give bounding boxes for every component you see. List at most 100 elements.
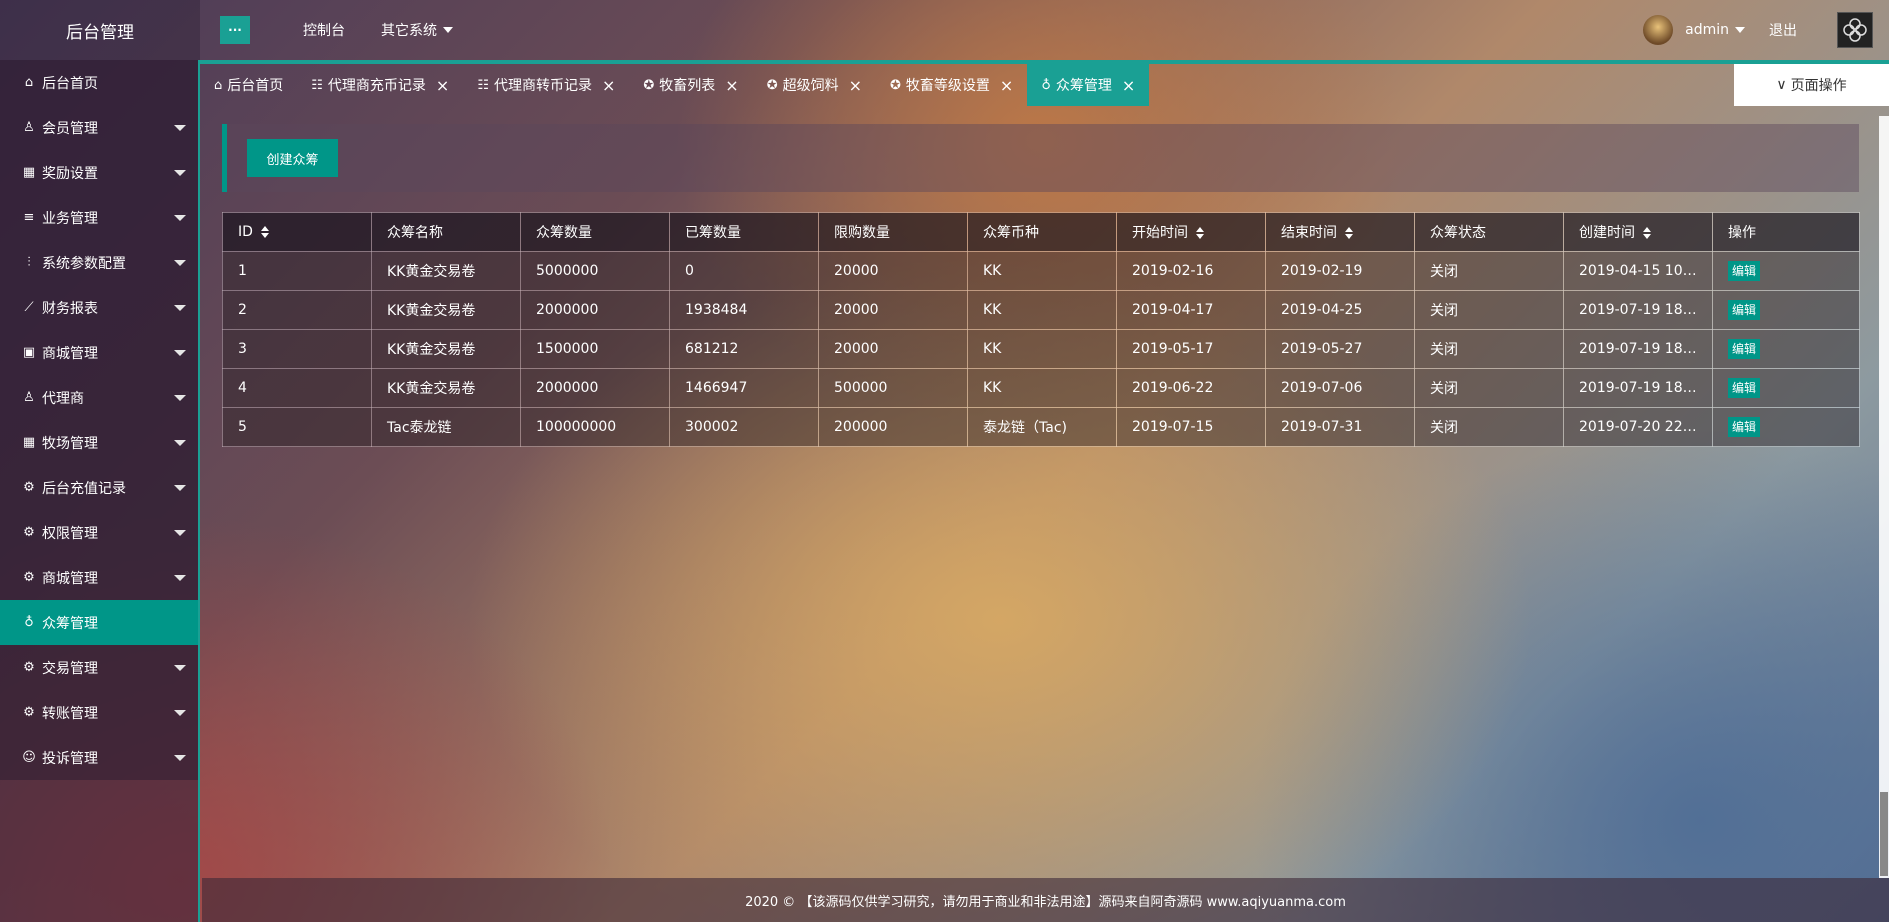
table-cell-actions: 编辑	[1712, 329, 1860, 369]
table-cell: 2019-05-17	[1116, 329, 1266, 369]
nav-other-systems[interactable]: 其它系统	[363, 20, 471, 40]
sidebar-item-label: 后台充值记录	[42, 480, 126, 497]
close-icon[interactable]: ×	[849, 76, 862, 95]
table-cell: 20000	[818, 251, 968, 291]
chevron-down-icon	[174, 530, 186, 536]
sidebar-item[interactable]: ⫶ 系统参数配置	[0, 240, 198, 285]
tab-icon: ☷	[311, 77, 323, 93]
sidebar-item[interactable]: ⚙ 权限管理	[0, 510, 198, 555]
tab[interactable]: ☷ 代理商转币记录 ×	[463, 64, 629, 106]
close-icon[interactable]: ×	[436, 76, 449, 95]
tab-label: 代理商充币记录	[327, 78, 426, 94]
create-crowdfunding-button[interactable]: 创建众筹	[247, 139, 338, 177]
close-icon[interactable]: ×	[1122, 76, 1135, 95]
sidebar-item[interactable]: ⚙ 商城管理	[0, 555, 198, 600]
edit-button[interactable]: 编辑	[1728, 417, 1761, 437]
menu-icon: ⚙	[23, 525, 35, 540]
tab[interactable]: ⌂ 后台首页	[200, 64, 297, 106]
chevron-down-icon	[174, 215, 186, 221]
menu-icon: ≡	[23, 210, 35, 225]
sidebar-item[interactable]: ⌂ 后台首页	[0, 60, 198, 105]
sidebar-item[interactable]: ♁ 众筹管理	[0, 600, 198, 645]
sidebar-item[interactable]: ▣ 商城管理	[0, 330, 198, 375]
app-logo[interactable]: 后台管理	[0, 0, 200, 60]
chevron-down-icon	[443, 27, 453, 33]
tab-label: 超级饲料	[782, 78, 839, 94]
column-header: 众筹数量	[520, 212, 670, 252]
logout-link[interactable]: 退出	[1769, 20, 1797, 40]
tab-icon: ✪	[890, 77, 901, 93]
chevron-down-icon	[174, 440, 186, 446]
column-header[interactable]: ID	[222, 212, 372, 252]
edit-button[interactable]: 编辑	[1728, 378, 1761, 398]
sort-icon[interactable]	[1643, 227, 1651, 239]
nav-other-systems-label: 其它系统	[381, 23, 437, 39]
tab[interactable]: ✪ 牧畜等级设置 ×	[876, 64, 1027, 106]
column-header[interactable]: 开始时间	[1116, 212, 1266, 252]
sidebar-item[interactable]: ▦ 奖励设置	[0, 150, 198, 195]
sidebar-item[interactable]: ♙ 代理商	[0, 375, 198, 420]
sort-icon[interactable]	[1196, 227, 1204, 239]
sidebar-item[interactable]: ☺ 投诉管理	[0, 735, 198, 780]
menu-icon: ⚙	[23, 480, 35, 495]
menu-icon: ▦	[22, 165, 36, 180]
sidebar-item[interactable]: ▦ 牧场管理	[0, 420, 198, 465]
chevron-down-icon	[174, 395, 186, 401]
table-cell: KK黄金交易卷	[371, 251, 521, 291]
edit-button[interactable]: 编辑	[1728, 300, 1761, 320]
table-cell: 1938484	[669, 290, 819, 330]
close-icon[interactable]: ×	[1000, 76, 1013, 95]
table-cell: 2019-07-19 18:0...	[1563, 368, 1713, 408]
tab[interactable]: ✪ 超级饲料 ×	[753, 64, 876, 106]
tab[interactable]: ☷ 代理商充币记录 ×	[297, 64, 463, 106]
sidebar-item-label: 商城管理	[42, 570, 98, 587]
table-cell: 2019-02-19	[1265, 251, 1415, 291]
edit-button[interactable]: 编辑	[1728, 261, 1761, 281]
nav-console[interactable]: 控制台	[285, 20, 363, 40]
scrollbar-thumb[interactable]	[1880, 792, 1888, 876]
sort-icon[interactable]	[260, 226, 269, 238]
table-cell: 100000000	[520, 407, 670, 447]
close-icon[interactable]: ×	[725, 76, 738, 95]
sidebar-item-label: 交易管理	[42, 660, 98, 677]
table-cell: 1466947	[669, 368, 819, 408]
menu-icon: ⚙	[23, 570, 35, 585]
sort-icon[interactable]	[1345, 227, 1353, 239]
table-cell: 2019-06-22	[1116, 368, 1266, 408]
table-cell: 2019-02-16	[1116, 251, 1266, 291]
chevron-down-icon	[174, 305, 186, 311]
tab-icon: ☷	[477, 77, 489, 93]
sidebar-item[interactable]: ⚙ 交易管理	[0, 645, 198, 690]
sidebar-item[interactable]: ♙ 会员管理	[0, 105, 198, 150]
footer: 2020 © 【该源码仅供学习研究，请勿用于商业和非法用途】源码来自阿奇源码 w…	[202, 878, 1889, 922]
menu-toggle-button[interactable]: ···	[220, 16, 250, 44]
tab-icon: ⌂	[214, 77, 223, 93]
sidebar-item[interactable]: ⚙ 后台充值记录	[0, 465, 198, 510]
column-header-label: 众筹名称	[387, 225, 443, 241]
table-cell: 681212	[669, 329, 819, 369]
column-header: 操作	[1712, 212, 1860, 252]
page-operations-button[interactable]: ∨ 页面操作	[1734, 64, 1889, 106]
avatar[interactable]	[1643, 15, 1674, 45]
column-header[interactable]: 结束时间	[1265, 212, 1415, 252]
tab[interactable]: ♁ 众筹管理 ×	[1027, 64, 1150, 106]
sidebar-item[interactable]: ⚙ 转账管理	[0, 690, 198, 735]
vertical-scrollbar[interactable]	[1879, 116, 1889, 878]
sidebar-item[interactable]: ⟋ 财务报表	[0, 285, 198, 330]
column-header[interactable]: 创建时间	[1563, 212, 1713, 252]
table-cell: KK	[967, 329, 1117, 369]
column-header-label: 操作	[1728, 225, 1756, 241]
tab[interactable]: ✪ 牧畜列表 ×	[629, 64, 752, 106]
user-menu[interactable]: admin	[1685, 22, 1745, 38]
tab-icon: ✪	[766, 77, 778, 93]
edit-button[interactable]: 编辑	[1728, 339, 1761, 359]
sidebar-item[interactable]: ≡ 业务管理	[0, 195, 198, 240]
menu-icon: ▦	[22, 435, 36, 450]
sidebar: ⌂ 后台首页 ♙ 会员管理 ▦ 奖励设置 ≡ 业务管理 ⫶ 系统参数配置 ⟋ 财务报表 ▣ 商城管理 ♙ 代理…	[0, 60, 200, 922]
table-cell: 2019-07-19 18:0...	[1563, 329, 1713, 369]
close-icon[interactable]: ×	[602, 76, 615, 95]
table-cell-actions: 编辑	[1712, 407, 1860, 447]
sidebar-item-label: 会员管理	[42, 120, 98, 137]
table-row: 2 KK黄金交易卷 2000000 1938484 20000 KK 2019-04-17 2…	[222, 290, 1860, 330]
top-nav: 控制台 其它系统	[285, 20, 471, 40]
